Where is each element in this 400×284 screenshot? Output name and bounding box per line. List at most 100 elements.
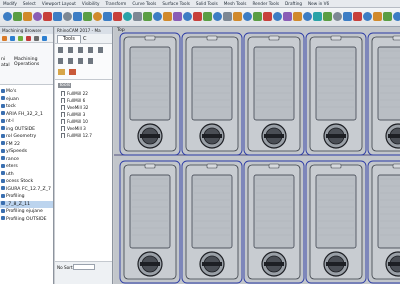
tool-import-icon[interactable] bbox=[69, 69, 76, 75]
toolbar-button[interactable] bbox=[303, 12, 312, 21]
menu-tab[interactable]: Solid Tools bbox=[193, 0, 221, 7]
operations-icon[interactable] bbox=[18, 36, 23, 41]
operations-tree-item[interactable]: Profiling OUTSIDE bbox=[0, 216, 53, 224]
toolbar-button[interactable] bbox=[63, 12, 72, 21]
menu-tab[interactable]: Transform bbox=[102, 0, 129, 7]
tab-other[interactable]: C bbox=[83, 35, 97, 43]
toolbar-button[interactable] bbox=[323, 12, 332, 21]
toolbar-button[interactable] bbox=[113, 12, 122, 21]
viewport-canvas[interactable] bbox=[114, 27, 400, 284]
toolbar-button[interactable] bbox=[293, 12, 302, 21]
settings-icon[interactable] bbox=[34, 36, 39, 41]
toolbar-button[interactable] bbox=[43, 12, 52, 21]
toolbar-button[interactable] bbox=[103, 12, 112, 21]
toolbar-button[interactable] bbox=[203, 12, 212, 21]
menu-tab[interactable]: Modify bbox=[0, 0, 20, 7]
toolbar-button[interactable] bbox=[163, 12, 172, 21]
taper-mill-icon[interactable] bbox=[98, 47, 103, 53]
help-icon[interactable] bbox=[42, 36, 47, 41]
operations-tree-item[interactable]: ARIA FH_32_2_1 bbox=[0, 111, 53, 119]
toolbar-button[interactable] bbox=[143, 12, 152, 21]
operations-tree-item[interactable]: eters bbox=[0, 163, 53, 171]
menu-tab[interactable]: New in V6 bbox=[305, 0, 332, 7]
sort-dropdown[interactable] bbox=[73, 264, 95, 270]
stock-icon[interactable] bbox=[10, 36, 15, 41]
operations-tree-item[interactable]: tock bbox=[0, 103, 53, 111]
flat-mill-icon[interactable] bbox=[58, 47, 63, 53]
delete-icon[interactable] bbox=[26, 36, 31, 41]
menu-tab[interactable]: Visibility bbox=[79, 0, 103, 7]
toolbar-button[interactable] bbox=[253, 12, 262, 21]
tap-icon[interactable] bbox=[68, 58, 73, 64]
operations-tree-item[interactable]: Mo's bbox=[0, 88, 53, 96]
toolbar-button[interactable] bbox=[223, 12, 232, 21]
operations-tree-item[interactable]: ejuan bbox=[0, 96, 53, 104]
toolbar-button[interactable] bbox=[353, 12, 362, 21]
vee-mill-icon[interactable] bbox=[88, 47, 93, 53]
toolbar-button[interactable] bbox=[243, 12, 252, 21]
toolbar-button[interactable] bbox=[83, 12, 92, 21]
toolbar-button[interactable] bbox=[193, 12, 202, 21]
operations-tree-item[interactable]: rol Geometry bbox=[0, 133, 53, 141]
toolbar-button[interactable] bbox=[123, 12, 132, 21]
toolbar-button[interactable] bbox=[33, 12, 42, 21]
operations-tree-item[interactable]: Profiling bbox=[0, 193, 53, 201]
toolbar-button[interactable] bbox=[283, 12, 292, 21]
operations-tree-item[interactable]: rance bbox=[0, 156, 53, 164]
toolbar-button[interactable] bbox=[213, 12, 222, 21]
menu-tab[interactable]: Select bbox=[20, 0, 39, 7]
operations-tree-item[interactable]: nt-l bbox=[0, 118, 53, 126]
ball-mill-icon[interactable] bbox=[68, 47, 73, 53]
top-viewport[interactable]: Top bbox=[114, 27, 400, 284]
corner-radius-icon[interactable] bbox=[78, 47, 83, 53]
menu-tab[interactable]: Drafting bbox=[282, 0, 305, 7]
toolbar-button[interactable] bbox=[273, 12, 282, 21]
machine-icon[interactable] bbox=[2, 36, 7, 41]
menu-tab[interactable]: Viewport Layout bbox=[39, 0, 79, 7]
drill-icon[interactable] bbox=[58, 58, 63, 64]
viewport-label[interactable]: Top bbox=[117, 28, 125, 33]
toolbar-button[interactable] bbox=[93, 12, 102, 21]
toolbar-button[interactable] bbox=[53, 12, 62, 21]
operations-tree-item[interactable]: ing OUTSIDE bbox=[0, 126, 53, 134]
operations-tree-item[interactable]: IGURA FC_12.7_Z_7 bbox=[0, 186, 53, 194]
tool-item[interactable]: VeeMill 3 bbox=[55, 125, 112, 132]
menu-tab[interactable]: Render Tools bbox=[249, 0, 282, 7]
operations-tree-item[interactable]: uth bbox=[0, 171, 53, 179]
toolbar-button[interactable] bbox=[383, 12, 392, 21]
operations-tree-item[interactable]: FM 22 bbox=[0, 141, 53, 149]
tool-item[interactable]: FullMill 10 bbox=[55, 118, 112, 125]
bore-icon[interactable] bbox=[88, 58, 93, 64]
toolbar-button[interactable] bbox=[263, 12, 272, 21]
toolbar-button[interactable] bbox=[3, 12, 12, 21]
toolbar-button[interactable] bbox=[183, 12, 192, 21]
tool-item[interactable]: FullMill 12.7 bbox=[55, 132, 112, 139]
toolbar-button[interactable] bbox=[73, 12, 82, 21]
tool-item[interactable]: FullMill 6 bbox=[55, 97, 112, 104]
tool-item[interactable]: FullMill 22 bbox=[55, 90, 112, 97]
toolbar-button[interactable] bbox=[333, 12, 342, 21]
toolbar-button[interactable] bbox=[393, 12, 400, 21]
toolbar-button[interactable] bbox=[373, 12, 382, 21]
operations-tree-item[interactable]: y/Speeds bbox=[0, 148, 53, 156]
menu-tab[interactable]: Curve Tools bbox=[129, 0, 159, 7]
toolbar-button[interactable] bbox=[173, 12, 182, 21]
toolbar-button[interactable] bbox=[313, 12, 322, 21]
operations-tree-item[interactable]: ocess Stock bbox=[0, 178, 53, 186]
toolbar-button[interactable] bbox=[23, 12, 32, 21]
tool-library-icon[interactable] bbox=[58, 69, 65, 75]
toolbar-button[interactable] bbox=[153, 12, 162, 21]
tools-root[interactable]: Tools bbox=[55, 82, 112, 90]
reamer-icon[interactable] bbox=[78, 58, 83, 64]
tool-item[interactable]: FullMill 3 bbox=[55, 111, 112, 118]
operations-tree-item[interactable]: _7_8_Z_11 bbox=[0, 200, 53, 208]
toolbar-button[interactable] bbox=[363, 12, 372, 21]
tool-item[interactable]: VeeMill 32 bbox=[55, 104, 112, 111]
toolbar-button[interactable] bbox=[133, 12, 142, 21]
toolbar-button[interactable] bbox=[343, 12, 352, 21]
menu-tab[interactable]: Surface Tools bbox=[159, 0, 193, 7]
toolbar-button[interactable] bbox=[233, 12, 242, 21]
toolbar-button[interactable] bbox=[13, 12, 22, 21]
tab-tools[interactable]: Tools bbox=[57, 35, 81, 43]
menu-tab[interactable]: Mesh Tools bbox=[221, 0, 250, 7]
